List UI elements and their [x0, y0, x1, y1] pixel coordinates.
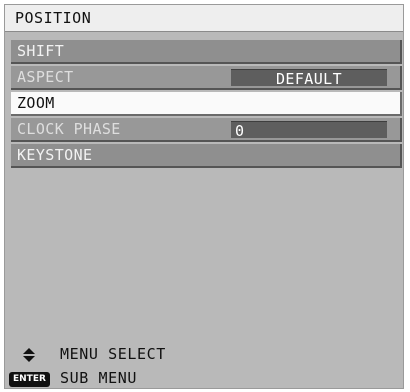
aspect-value: DEFAULT: [275, 70, 342, 88]
menu-item-keystone[interactable]: KEYSTONE: [11, 144, 402, 168]
footer-sub-menu: ENTER SUB MENU: [5, 369, 305, 389]
clock-phase-value: 0: [235, 122, 245, 140]
sub-menu-label: SUB MENU: [60, 369, 138, 387]
menu-item-clock-phase[interactable]: CLOCK PHASE 0: [11, 118, 402, 142]
menu-item-aspect[interactable]: ASPECT DEFAULT: [11, 66, 402, 90]
menu-item-label: CLOCK PHASE: [17, 120, 121, 138]
menu-list: SHIFT ASPECT DEFAULT ZOOM CLOCK PHASE 0 …: [11, 40, 402, 170]
menu-item-shift[interactable]: SHIFT: [11, 40, 402, 64]
menu-item-label: ZOOM: [17, 94, 55, 112]
menu-item-label: ASPECT: [17, 68, 74, 86]
menu-title: POSITION: [15, 9, 92, 27]
title-bar: POSITION: [5, 5, 403, 32]
menu-select-label: MENU SELECT: [60, 345, 166, 363]
aspect-value-box[interactable]: DEFAULT: [231, 69, 387, 88]
enter-key-icon: ENTER: [9, 372, 50, 387]
clock-phase-value-box[interactable]: 0: [231, 121, 387, 140]
menu-item-label: KEYSTONE: [17, 146, 93, 164]
footer-menu-select: MENU SELECT: [5, 345, 305, 365]
menu-item-zoom[interactable]: ZOOM: [11, 92, 402, 116]
up-down-arrow-icon: [23, 348, 35, 362]
osd-menu-window: POSITION SHIFT ASPECT DEFAULT ZOOM CLOCK…: [4, 4, 404, 389]
menu-item-label: SHIFT: [17, 42, 65, 60]
